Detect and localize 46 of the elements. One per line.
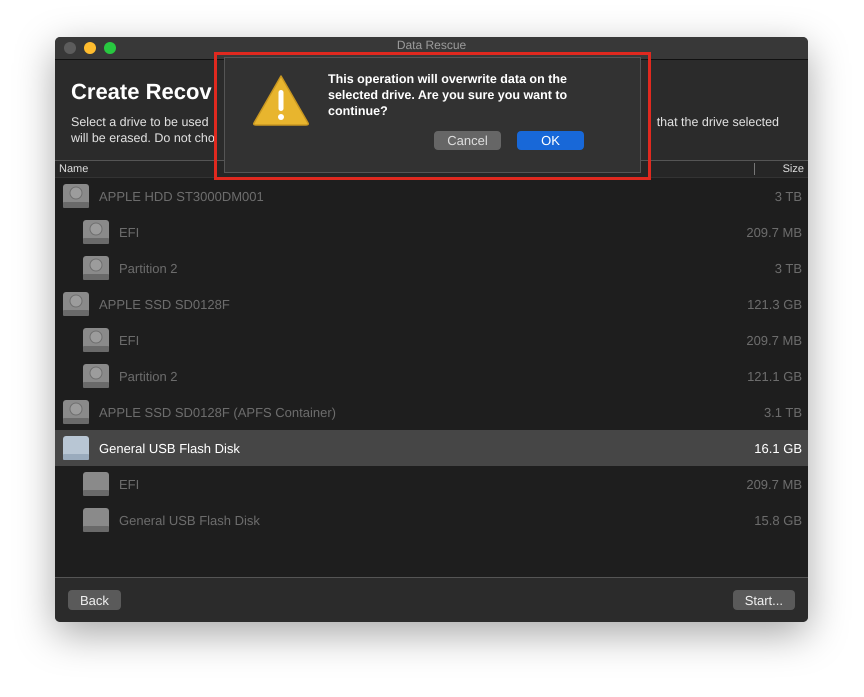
partition-size: 15.8 GB	[754, 512, 802, 528]
warning-icon	[251, 73, 311, 127]
partition-size: 121.1 GB	[747, 368, 802, 384]
drive-size: 16.1 GB	[754, 440, 802, 456]
hard-drive-icon	[81, 217, 111, 247]
description-text: that the drive selected	[656, 114, 780, 131]
start-button[interactable]: Start...	[732, 590, 795, 610]
partition-name: EFI	[119, 332, 140, 348]
alert-message: This operation will overwrite data on the selected drive. Are you sure you want to continue?	[328, 71, 568, 119]
hard-drive-icon	[81, 253, 111, 283]
partition-size: 3 TB	[774, 260, 802, 276]
drive-size: 3 TB	[774, 188, 802, 204]
partition-name: EFI	[119, 224, 140, 240]
drive-name: APPLE SSD SD0128F (APFS Container)	[99, 404, 337, 420]
drive-name: APPLE HDD ST3000DM001	[99, 188, 265, 204]
confirm-button[interactable]: OK	[517, 131, 584, 150]
page-heading: Create Recov	[71, 78, 212, 106]
drive-name: APPLE SSD SD0128F	[99, 296, 231, 312]
partition-size: 209.7 MB	[746, 332, 802, 348]
drive-row[interactable]: General USB Flash Disk 16.1 GB	[55, 430, 808, 466]
volume-icon	[81, 505, 111, 535]
drive-name: General USB Flash Disk	[99, 440, 241, 456]
cancel-button[interactable]: Cancel	[434, 131, 501, 150]
usb-drive-icon	[61, 433, 91, 463]
partition-name: Partition 2	[119, 368, 179, 384]
drive-size: 3.1 TB	[764, 404, 802, 420]
hard-drive-icon	[61, 397, 91, 427]
volume-icon	[81, 469, 111, 499]
partition-name: General USB Flash Disk	[119, 512, 261, 528]
partition-name: Partition 2	[119, 260, 179, 276]
hard-drive-icon	[61, 289, 91, 319]
description-text: Select a drive to be used	[71, 114, 210, 130]
back-button[interactable]: Back	[68, 590, 121, 610]
hard-drive-icon	[81, 325, 111, 355]
zoom-icon[interactable]	[104, 42, 116, 54]
partition-size: 209.7 MB	[746, 224, 802, 240]
window-title: Data Rescue	[396, 38, 466, 52]
drive-size: 121.3 GB	[747, 296, 802, 312]
partition-size: 209.7 MB	[746, 476, 802, 492]
column-header[interactable]: Name	[59, 163, 88, 175]
column-header[interactable]: Size	[754, 163, 804, 175]
description-text: will be erased. Do not cho	[71, 130, 215, 146]
minimize-icon[interactable]	[84, 42, 96, 54]
hard-drive-icon	[61, 181, 91, 211]
hard-drive-icon	[81, 361, 111, 391]
partition-name: EFI	[119, 476, 140, 492]
